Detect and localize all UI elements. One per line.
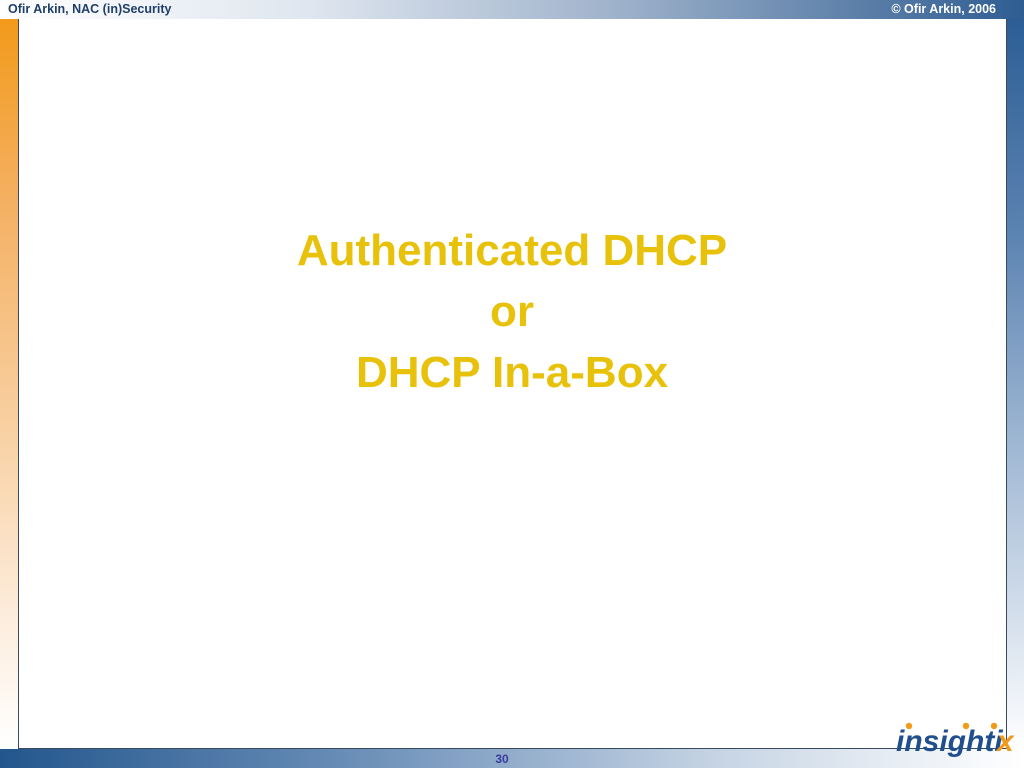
logo-text-main: insighti bbox=[896, 725, 1003, 758]
title-line-1: Authenticated DHCP bbox=[296, 226, 728, 275]
slide-title: Authenticated DHCP or DHCP In-a-Box bbox=[212, 220, 812, 403]
left-accent-strip bbox=[0, 19, 18, 749]
logo-dot-2 bbox=[962, 722, 970, 730]
logo-dot-1 bbox=[905, 722, 913, 730]
header-copyright: © Ofir Arkin, 2006 bbox=[891, 2, 996, 16]
footer-bar bbox=[0, 749, 1024, 768]
header-presenter-title: Ofir Arkin, NAC (in)Security bbox=[8, 2, 172, 16]
header-bar: Ofir Arkin, NAC (in)Security © Ofir Arki… bbox=[0, 0, 1024, 19]
title-line-2: or bbox=[490, 287, 534, 336]
title-line-3: DHCP In-a-Box bbox=[355, 348, 669, 397]
logo-text-accent: x bbox=[995, 725, 1015, 758]
page-number: 30 bbox=[495, 752, 509, 766]
insightix-logo: insighti x bbox=[896, 722, 1015, 758]
right-accent-strip bbox=[1006, 19, 1024, 749]
logo-dot-3 bbox=[990, 722, 998, 730]
